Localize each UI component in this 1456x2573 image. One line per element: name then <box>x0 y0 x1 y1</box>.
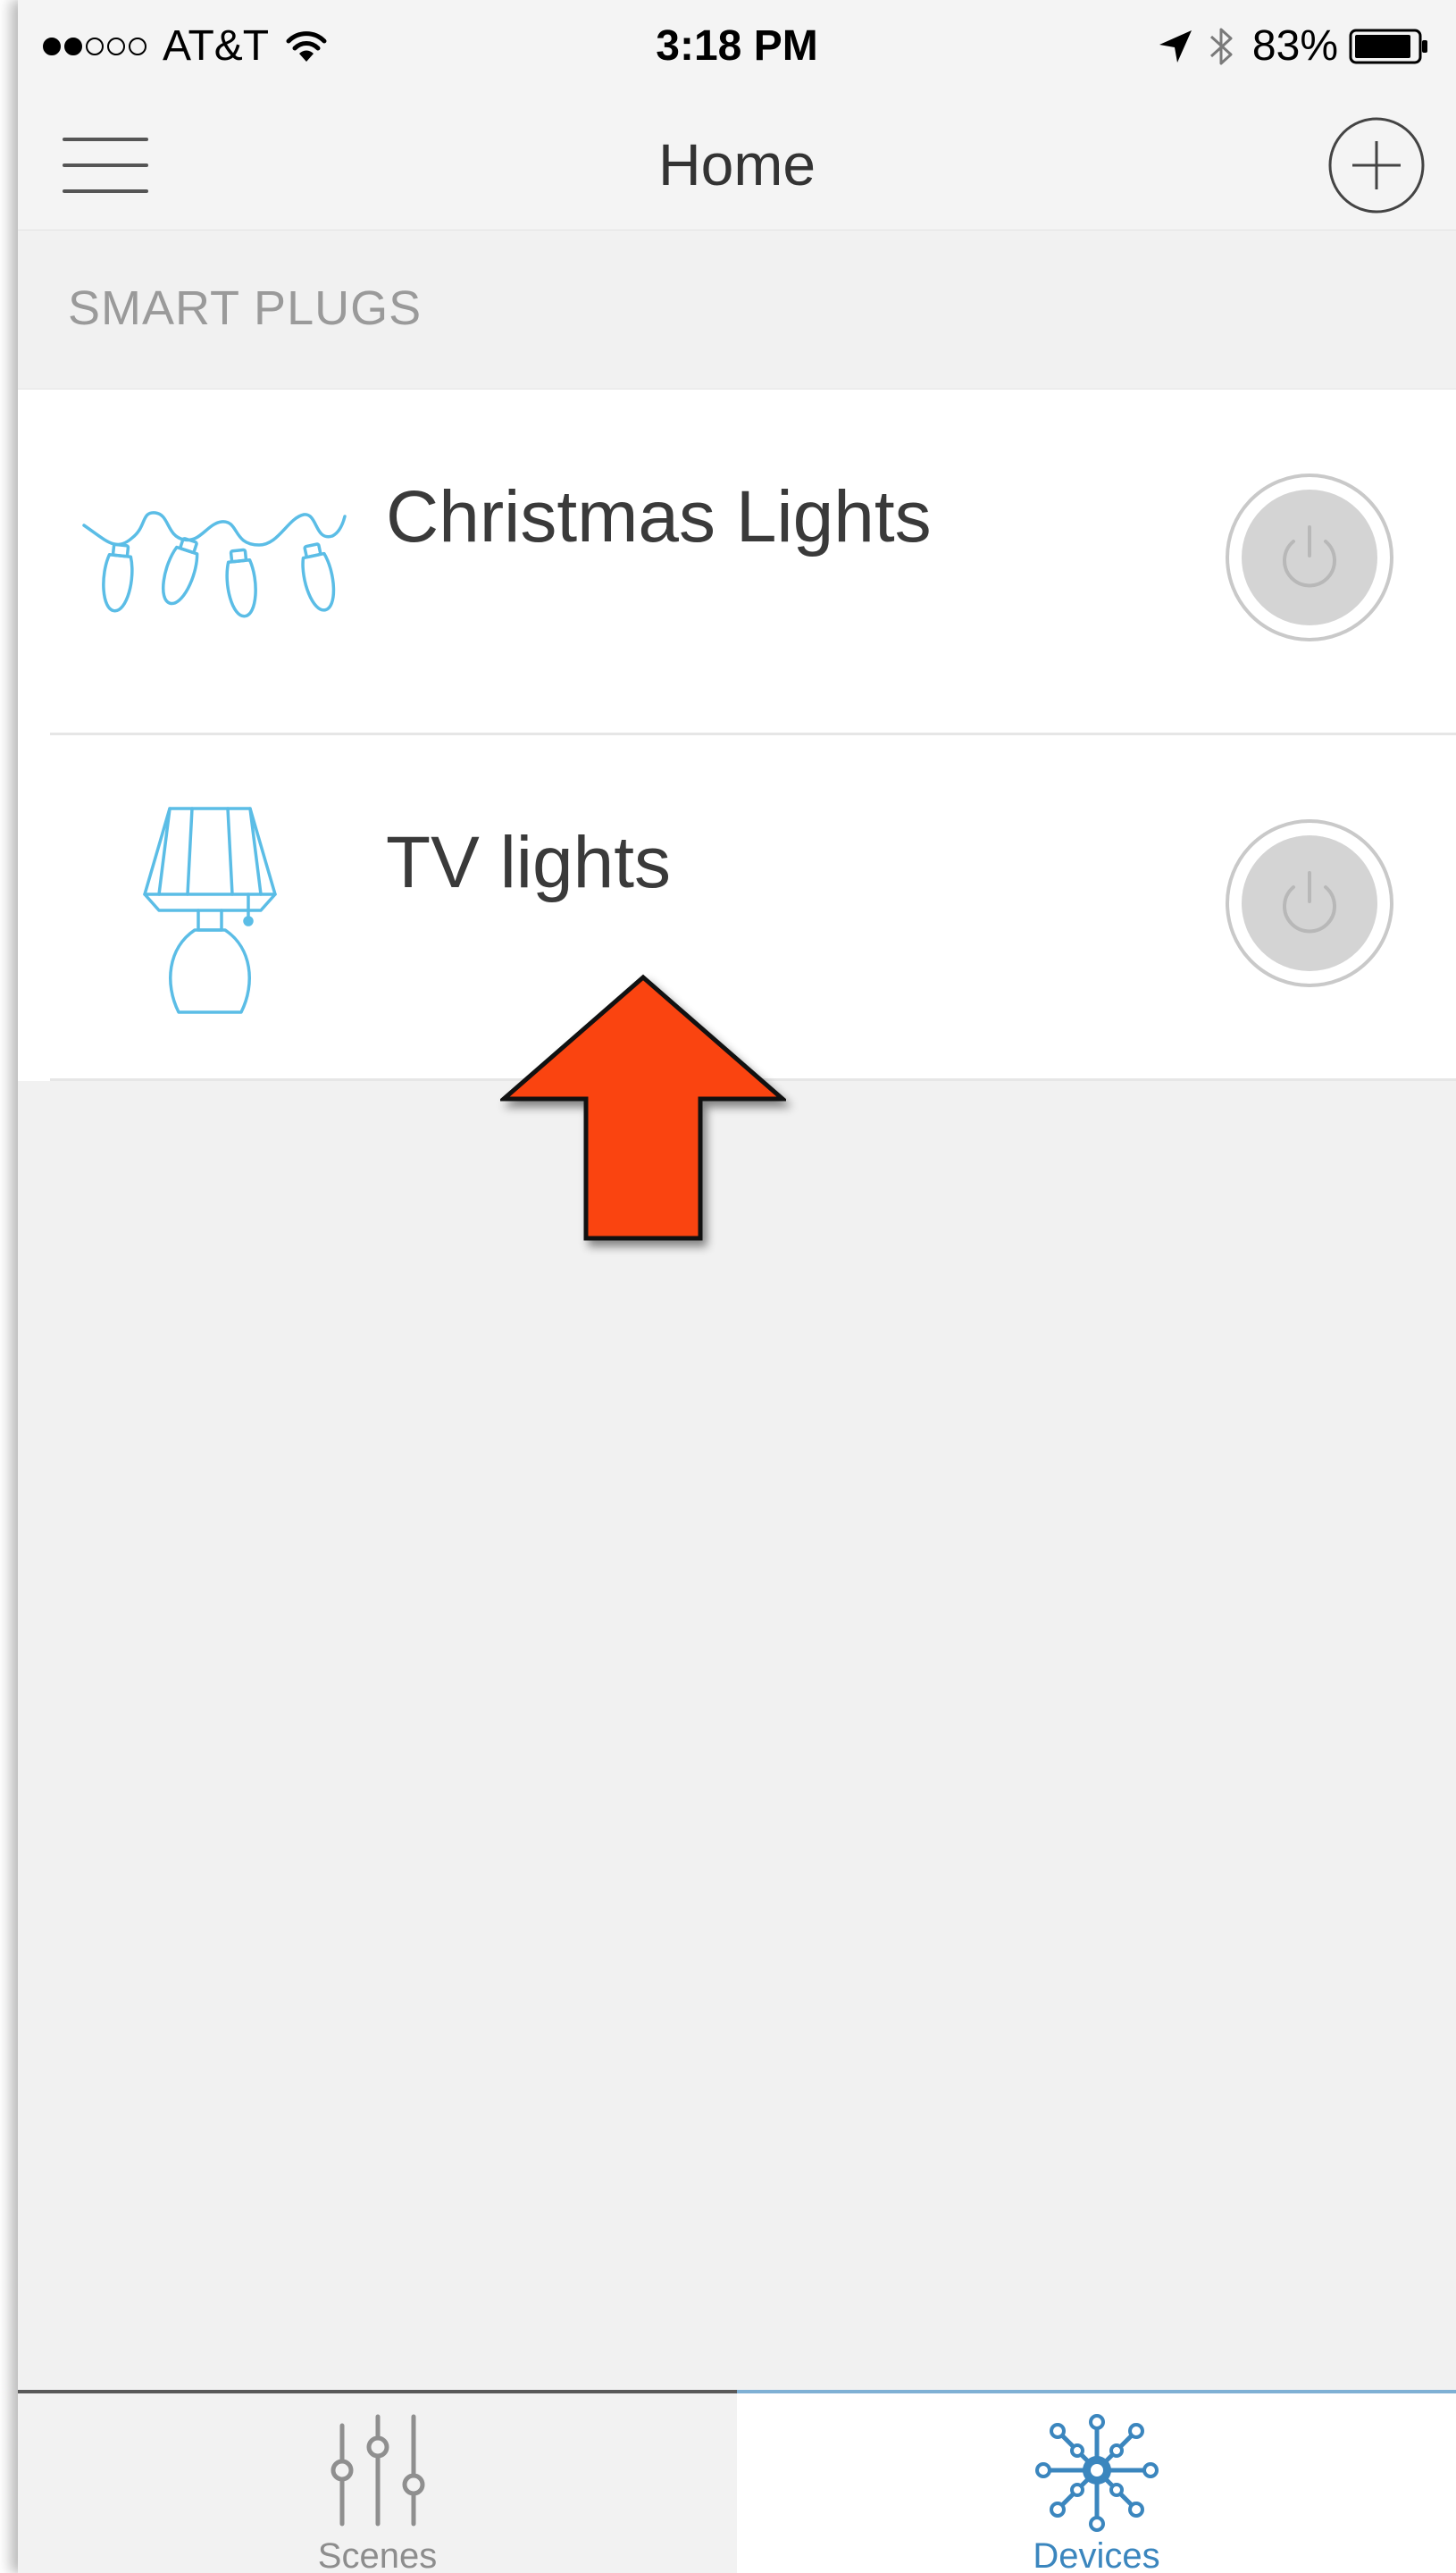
tab-label: Devices <box>1033 2536 1160 2573</box>
page-title: Home <box>657 131 816 197</box>
battery-percent: 83% <box>1251 22 1338 70</box>
tab-bar: Scenes Devices <box>18 2390 1456 2573</box>
string-lights-icon <box>82 511 347 618</box>
tab-devices[interactable]: Devices <box>737 2390 1456 2573</box>
device-row-christmas-lights[interactable]: Christmas Lights <box>18 390 1456 735</box>
network-hub-icon <box>1034 2414 1159 2532</box>
plus-circle-icon[interactable] <box>1327 116 1426 214</box>
status-bar: AT&T 3:18 PM 83% <box>18 0 1456 96</box>
table-lamp-icon <box>143 807 277 1014</box>
tab-scenes[interactable]: Scenes <box>18 2393 737 2573</box>
location-arrow-icon <box>1159 29 1192 63</box>
device-name: TV lights <box>386 822 671 903</box>
sliders-icon <box>331 2414 424 2527</box>
section-title: SMART PLUGS <box>68 281 423 335</box>
status-right: 83% <box>1158 21 1429 71</box>
tab-label: Scenes <box>317 2536 438 2573</box>
power-toggle-button[interactable] <box>1224 817 1395 989</box>
bluetooth-icon <box>1209 28 1233 64</box>
navigation-bar: Home <box>18 96 1456 230</box>
annotation-arrow-up-icon <box>500 974 786 1241</box>
battery-icon <box>1349 29 1427 63</box>
app-screen: AT&T 3:18 PM 83% Home SMART PLUGS Christ… <box>18 0 1456 2573</box>
device-name: Christmas Lights <box>386 476 932 557</box>
power-toggle-button[interactable] <box>1224 472 1395 643</box>
section-header: SMART PLUGS <box>18 230 1456 390</box>
